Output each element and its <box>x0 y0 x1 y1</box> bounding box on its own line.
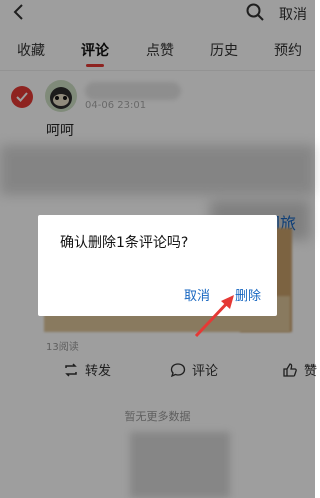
dialog-title: 确认删除1条评论吗? <box>60 235 189 251</box>
annotation-arrow-icon <box>194 295 234 338</box>
confirm-delete-dialog: 确认删除1条评论吗? 取消 删除 <box>38 215 277 316</box>
